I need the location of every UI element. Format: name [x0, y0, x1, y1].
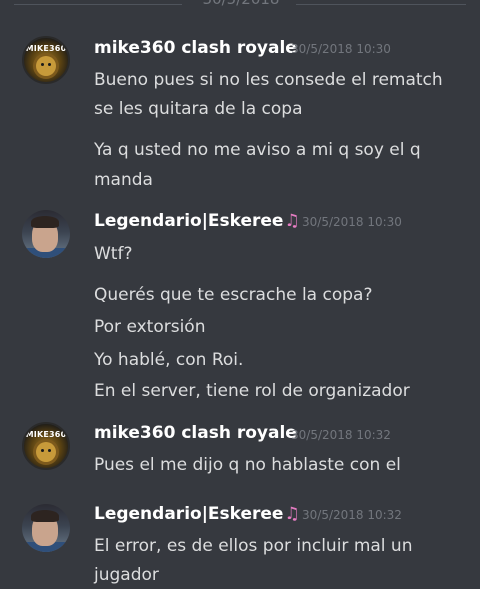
username[interactable]: mike360 clash royale — [94, 423, 297, 443]
avatar[interactable]: MIKE360 — [22, 36, 70, 84]
message-line: Yo hablé, con Roi. — [94, 350, 244, 370]
username[interactable]: mike360 clash royale — [94, 38, 297, 58]
lion-icon — [36, 56, 56, 76]
avatar-hair — [31, 216, 59, 228]
avatar-hair — [31, 510, 59, 522]
username-label: Legendario|Eskeree — [94, 211, 284, 231]
message-timestamp: 30/5/2018 10:30 — [302, 215, 402, 229]
message-line: se les quitara de la copa — [94, 99, 303, 119]
message-line: Wtf? — [94, 244, 133, 264]
music-note-icon: ♫ — [284, 504, 300, 524]
message-timestamp: 30/5/2018 10:30 — [291, 42, 391, 56]
avatar[interactable] — [22, 504, 70, 552]
message-line: Querés que te escrache la copa? — [94, 285, 373, 305]
date-divider-label: 30/5/2018 — [186, 0, 296, 8]
music-note-icon: ♫ — [284, 211, 300, 231]
avatar-logo-text: MIKE360 — [25, 430, 67, 439]
date-divider: 30/5/2018 — [0, 0, 480, 14]
divider-line-right — [296, 4, 466, 5]
divider-line-left — [14, 4, 182, 5]
username[interactable]: Legendario|Eskeree♫ — [94, 211, 300, 231]
avatar[interactable]: MIKE360 — [22, 422, 70, 470]
message-line: Bueno pues si no les consede el rematch — [94, 70, 443, 90]
message-line: En el server, tiene rol de organizador — [94, 381, 410, 401]
message-timestamp: 30/5/2018 10:32 — [302, 508, 402, 522]
message-line: jugador — [94, 565, 159, 585]
message-line: manda — [94, 170, 153, 190]
message-line: Pues el me dijo q no hablaste con el — [94, 455, 401, 475]
message-timestamp: 30/5/2018 10:32 — [291, 428, 391, 442]
username-label: Legendario|Eskeree — [94, 504, 284, 524]
message-line: Por extorsión — [94, 317, 206, 337]
avatar[interactable] — [22, 210, 70, 258]
lion-icon — [36, 442, 56, 462]
username[interactable]: Legendario|Eskeree♫ — [94, 504, 300, 524]
message-line: El error, es de ellos por incluir mal un — [94, 536, 413, 556]
avatar-logo-text: MIKE360 — [25, 44, 67, 53]
message-line: Ya q usted no me aviso a mi q soy el q — [94, 140, 421, 160]
